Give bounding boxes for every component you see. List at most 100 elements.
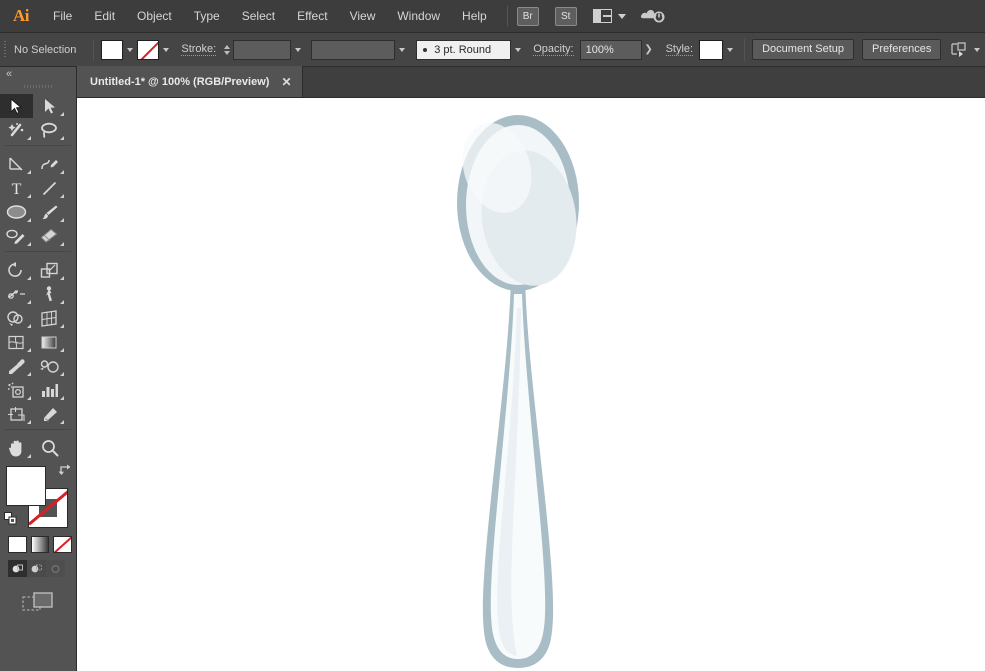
lasso-tool[interactable]: [33, 118, 66, 142]
eraser-tool[interactable]: [33, 224, 66, 248]
selection-status: No Selection: [14, 43, 77, 56]
menu-bar: Ai File Edit Object Type Select Effect V…: [0, 0, 985, 33]
illustrator-window: Ai File Edit Object Type Select Effect V…: [0, 0, 985, 671]
scale-tool[interactable]: [33, 258, 66, 282]
menu-divider: [506, 6, 508, 26]
color-mode-buttons: [8, 536, 76, 553]
align-selection-control[interactable]: [951, 41, 981, 58]
tools-panel: T: [0, 67, 77, 671]
column-graph-tool[interactable]: [33, 378, 66, 402]
hand-tool[interactable]: [0, 436, 33, 460]
eyedropper-tool[interactable]: [0, 354, 33, 378]
document-setup-button[interactable]: Document Setup: [752, 39, 855, 60]
fill-color-indicator[interactable]: [6, 466, 46, 506]
none-fill-icon[interactable]: [53, 536, 73, 553]
shape-builder-tool[interactable]: [0, 306, 33, 330]
menu-type[interactable]: Type: [183, 0, 231, 33]
selection-tool[interactable]: [0, 94, 33, 118]
preferences-button[interactable]: Preferences: [862, 39, 942, 60]
align-to-selection-icon: [951, 41, 966, 57]
change-screen-mode-icon[interactable]: [0, 591, 76, 615]
variable-width-chevron-icon[interactable]: [395, 40, 409, 60]
bridge-button[interactable]: Br: [516, 6, 539, 26]
menu-help[interactable]: Help: [451, 0, 498, 33]
draw-normal-icon[interactable]: [8, 560, 27, 577]
pencil-tool[interactable]: [0, 224, 33, 248]
mesh-tool[interactable]: [0, 330, 33, 354]
paintbrush-tool[interactable]: [33, 200, 66, 224]
stroke-color-swatch[interactable]: [137, 39, 160, 60]
divider: [93, 38, 95, 61]
draw-mode-buttons: [8, 560, 76, 577]
perspective-grid-tool[interactable]: [33, 306, 66, 330]
menu-object[interactable]: Object: [126, 0, 183, 33]
brush-definition-select[interactable]: 3 pt. Round: [416, 39, 512, 60]
fill-stroke-widget: [4, 463, 72, 528]
chevron-down-icon: [617, 13, 626, 19]
stock-button[interactable]: St: [554, 6, 577, 26]
line-segment-tool[interactable]: [33, 176, 66, 200]
fill-color-swatch[interactable]: [101, 39, 124, 60]
opacity-options-arrow-icon[interactable]: ❯: [642, 40, 656, 60]
curvature-tool[interactable]: [33, 152, 66, 176]
color-fill-icon[interactable]: [8, 536, 27, 553]
blend-tool[interactable]: [33, 354, 66, 378]
width-tool[interactable]: [0, 282, 33, 306]
draw-inside-icon[interactable]: [46, 560, 65, 577]
creative-cloud-sync-icon[interactable]: [640, 6, 666, 26]
gradient-fill-icon[interactable]: [30, 536, 50, 553]
slice-tool[interactable]: [33, 402, 66, 426]
tool-group-divider-2: [0, 251, 76, 258]
menu-select[interactable]: Select: [231, 0, 286, 33]
document-tab-bar: Untitled-1* @ 100% (RGB/Preview) ✕: [77, 66, 985, 98]
workspace-switcher[interactable]: [592, 9, 626, 23]
opacity-input[interactable]: 100%: [579, 39, 642, 60]
ellipse-tool[interactable]: [0, 200, 33, 224]
artboard-tool[interactable]: [0, 402, 33, 426]
gradient-tool[interactable]: [33, 330, 66, 354]
stroke-weight-stepper[interactable]: [220, 40, 233, 60]
stroke-weight-input[interactable]: [233, 39, 292, 60]
tool-group-divider: [0, 145, 76, 152]
divider-2: [744, 38, 746, 61]
svg-text:T: T: [12, 181, 22, 197]
document-tab[interactable]: Untitled-1* @ 100% (RGB/Preview) ✕: [77, 66, 303, 97]
opacity-label: Opacity:: [533, 43, 574, 56]
control-bar: No Selection Stroke: 3 pt. Round Opacity…: [0, 33, 985, 67]
pen-tool[interactable]: [0, 152, 33, 176]
draw-behind-icon[interactable]: [27, 560, 46, 577]
zoom-tool[interactable]: [33, 436, 66, 460]
menu-effect[interactable]: Effect: [286, 0, 338, 33]
free-transform-tool[interactable]: [33, 282, 66, 306]
tool-group-divider-3: [0, 429, 76, 436]
brush-dot-icon: [423, 47, 428, 52]
brush-definition-chevron-icon[interactable]: [511, 40, 525, 60]
direct-selection-tool[interactable]: [33, 94, 66, 118]
swap-fill-stroke-icon[interactable]: [58, 463, 72, 477]
tools-collapse-button[interactable]: [0, 67, 76, 80]
variable-width-profile[interactable]: [311, 39, 396, 60]
control-bar-grip[interactable]: [0, 33, 10, 67]
tools-panel-grip[interactable]: [0, 80, 76, 92]
menu-window[interactable]: Window: [386, 0, 451, 33]
fill-dropdown-chevron-icon[interactable]: [123, 40, 137, 60]
stroke-label: Stroke:: [181, 43, 217, 56]
type-tool[interactable]: T: [0, 176, 33, 200]
style-chevron-icon[interactable]: [723, 40, 737, 60]
document-tab-title: Untitled-1* @ 100% (RGB/Preview): [90, 75, 270, 88]
menu-view[interactable]: View: [339, 0, 387, 33]
menu-file[interactable]: File: [42, 0, 83, 33]
tool-list: T: [0, 92, 76, 460]
stroke-dropdown-chevron-icon[interactable]: [159, 40, 173, 60]
close-icon[interactable]: ✕: [281, 76, 291, 88]
symbol-sprayer-tool[interactable]: [0, 378, 33, 402]
default-fill-stroke-icon[interactable]: [4, 512, 18, 526]
menu-edit[interactable]: Edit: [83, 0, 126, 33]
magic-wand-tool[interactable]: [0, 118, 33, 142]
rotate-tool[interactable]: [0, 258, 33, 282]
artboard-canvas[interactable]: [77, 98, 985, 671]
graphic-style-swatch[interactable]: [699, 39, 724, 60]
spoon-illustration[interactable]: [77, 98, 985, 671]
align-chevron-down-icon: [974, 47, 981, 52]
stroke-weight-chevron-icon[interactable]: [291, 40, 305, 60]
